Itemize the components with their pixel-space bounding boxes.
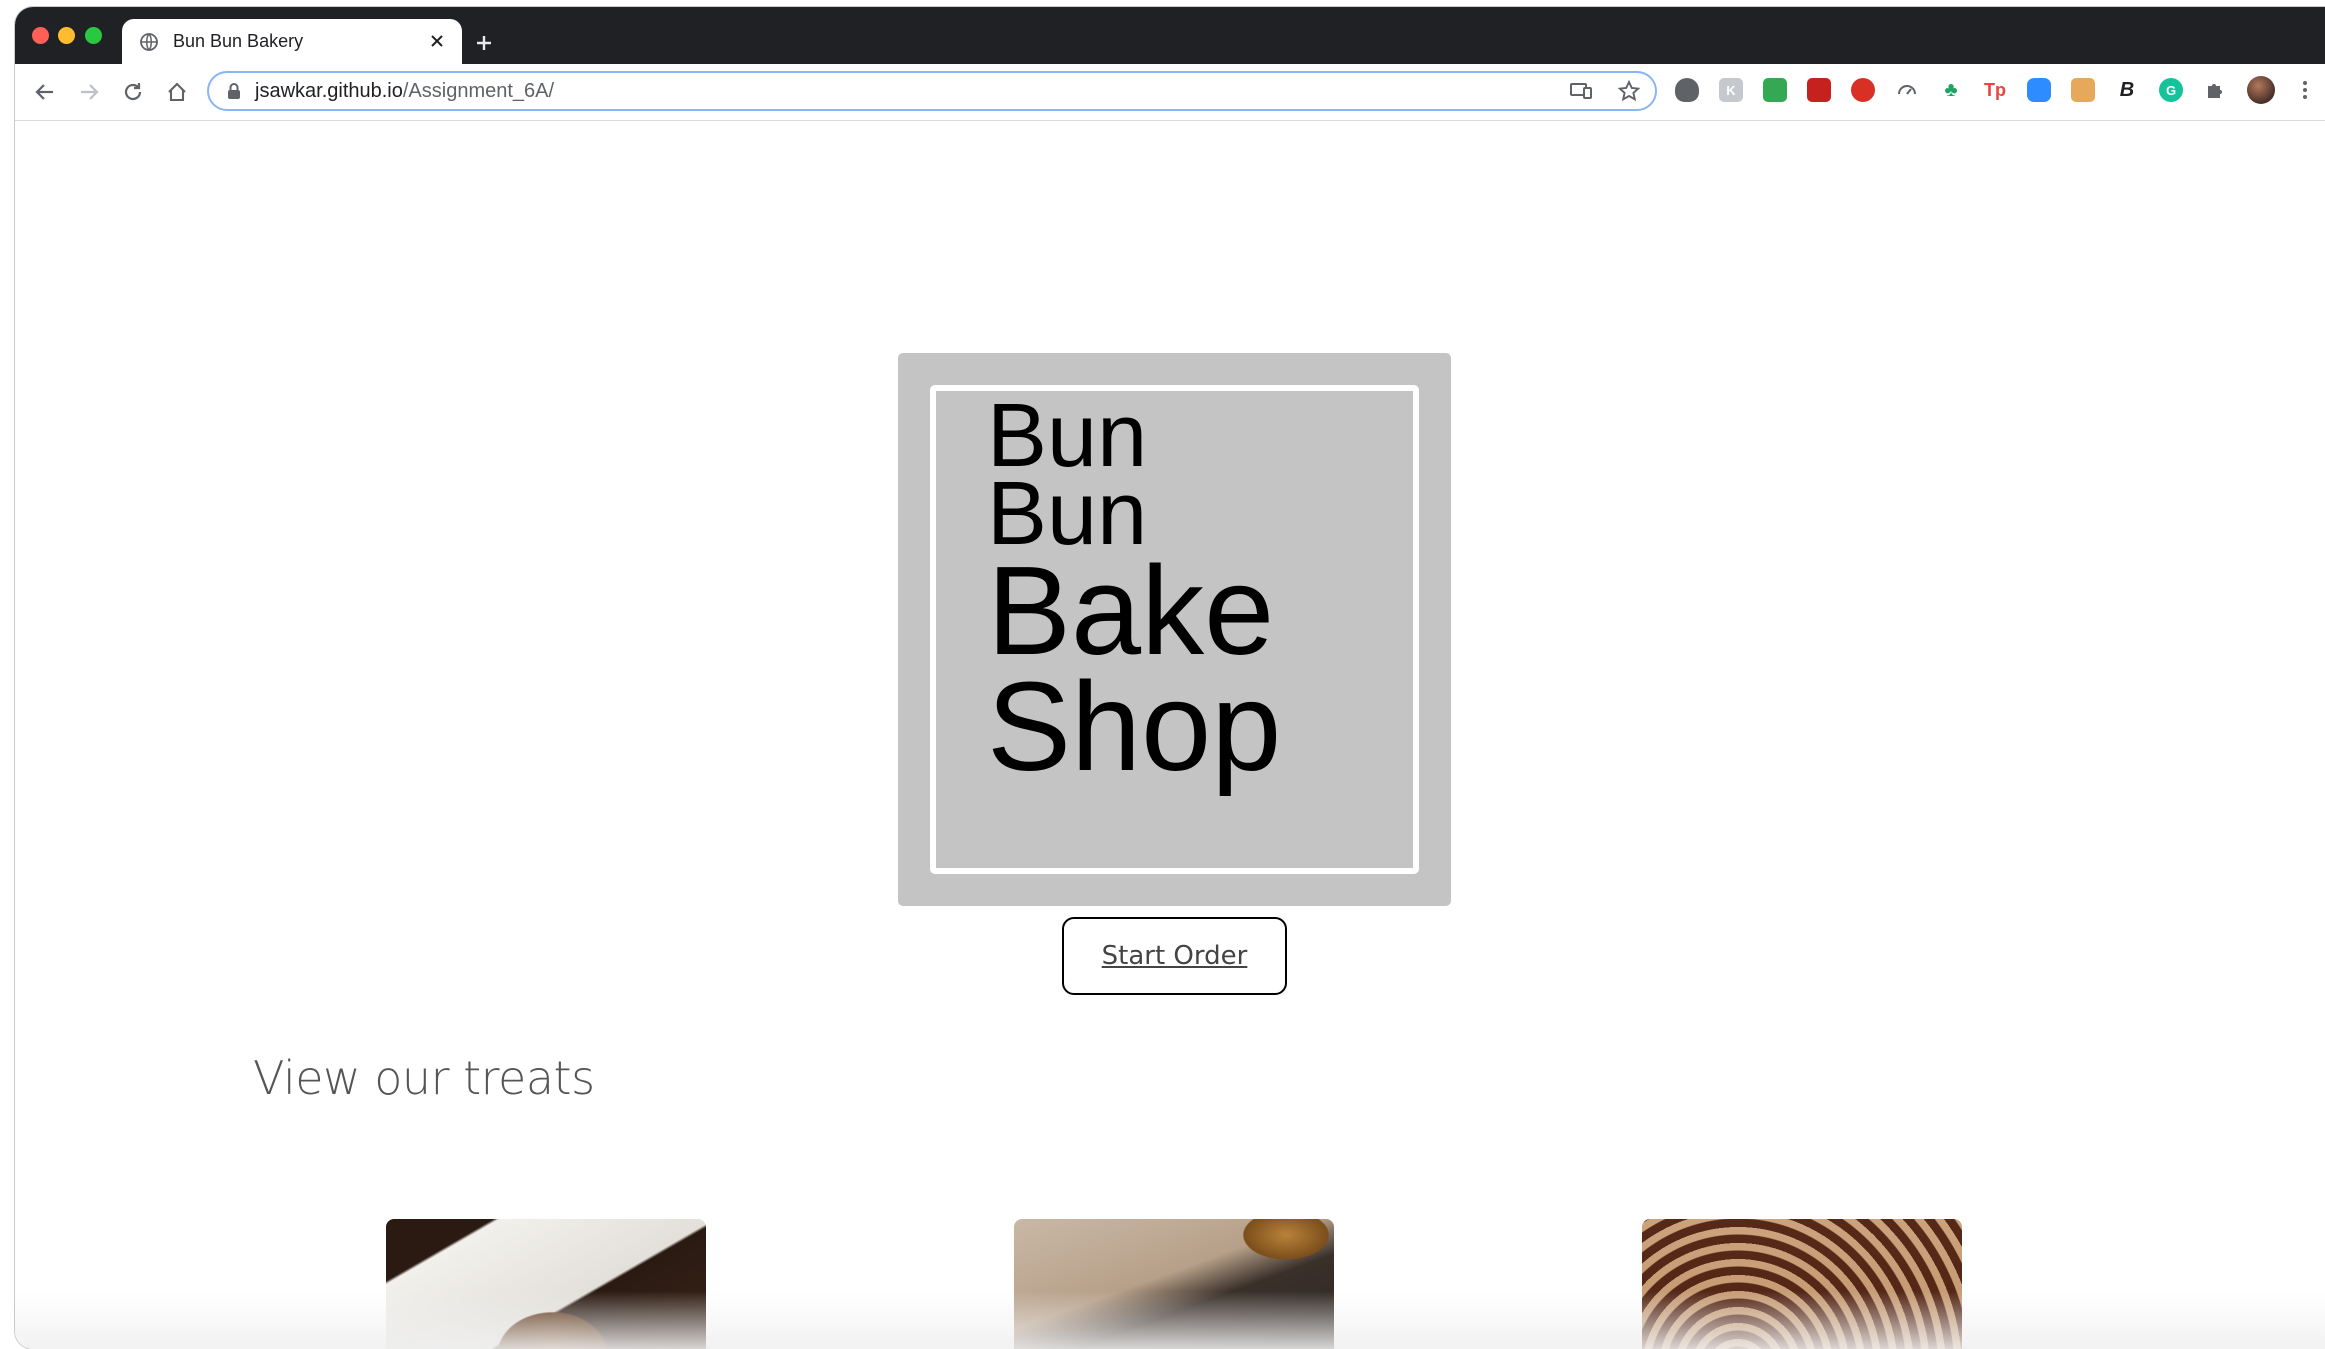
ublock-extension-icon[interactable] <box>1851 78 1875 102</box>
logo-line-3: Bake <box>987 540 1275 681</box>
forward-arrow-icon[interactable] <box>75 78 103 106</box>
more-menu-icon[interactable] <box>2295 78 2315 102</box>
bold-b-extension-icon[interactable]: B <box>2115 78 2139 102</box>
browser-titlebar: Bun Bun Bakery <box>15 7 2325 64</box>
page-content: Bun Bun Bake Shop Start Order View our t… <box>15 121 2325 1349</box>
profile-avatar[interactable] <box>2247 76 2275 104</box>
home-icon[interactable] <box>163 78 191 106</box>
bag-extension-icon[interactable] <box>2071 78 2095 102</box>
browser-toolbar: jsawkar.github.io/Assignment_6A/ K ♣ Tp <box>15 64 2325 121</box>
bakery-logo: Bun Bun Bake Shop <box>898 353 1451 906</box>
maximize-window-button[interactable] <box>85 27 102 44</box>
print-extension-icon[interactable] <box>1763 78 1787 102</box>
puzzle-extensions-icon[interactable] <box>2203 78 2227 102</box>
lightbulb-extension-icon[interactable] <box>1675 78 1699 102</box>
minimize-window-button[interactable] <box>58 27 75 44</box>
tab-title: Bun Bun Bakery <box>173 31 304 51</box>
bookmark-star-icon[interactable] <box>1617 79 1641 103</box>
page-bottom-fade <box>15 1291 2325 1349</box>
logo-line-4: Shop <box>987 656 1282 797</box>
zoom-extension-icon[interactable] <box>2027 78 2051 102</box>
tp-extension-icon[interactable]: Tp <box>1983 78 2007 102</box>
extensions-bar: K ♣ Tp B G <box>1675 76 2315 104</box>
address-bar[interactable]: jsawkar.github.io/Assignment_6A/ <box>207 71 1657 111</box>
new-tab-button[interactable] <box>470 29 498 57</box>
start-order-button[interactable]: Start Order <box>1062 917 1287 995</box>
globe-icon <box>139 32 159 52</box>
grammarly-extension-icon[interactable]: G <box>2159 78 2183 102</box>
close-icon[interactable] <box>426 30 448 52</box>
k-extension-icon[interactable]: K <box>1719 78 1743 102</box>
speed-extension-icon[interactable] <box>1895 78 1919 102</box>
browser-tab[interactable]: Bun Bun Bakery <box>122 19 462 64</box>
cast-icon[interactable] <box>1569 79 1593 103</box>
url-host: jsawkar.github.io <box>255 79 403 102</box>
logo-text: Bun Bun Bake Shop <box>987 391 1282 797</box>
lock-icon[interactable] <box>227 82 241 100</box>
url-text[interactable]: jsawkar.github.io/Assignment_6A/ <box>255 80 554 103</box>
reload-icon[interactable] <box>119 78 147 106</box>
video-extension-icon[interactable] <box>1807 78 1831 102</box>
browser-window: Bun Bun Bakery jsawkar.github.io/Assignm… <box>15 7 2325 1349</box>
url-path: /Assignment_6A/ <box>402 79 555 102</box>
back-arrow-icon[interactable] <box>31 78 59 106</box>
close-window-button[interactable] <box>32 27 49 44</box>
tree-extension-icon[interactable]: ♣ <box>1939 78 1963 102</box>
treats-heading: View our treats <box>253 1051 595 1105</box>
